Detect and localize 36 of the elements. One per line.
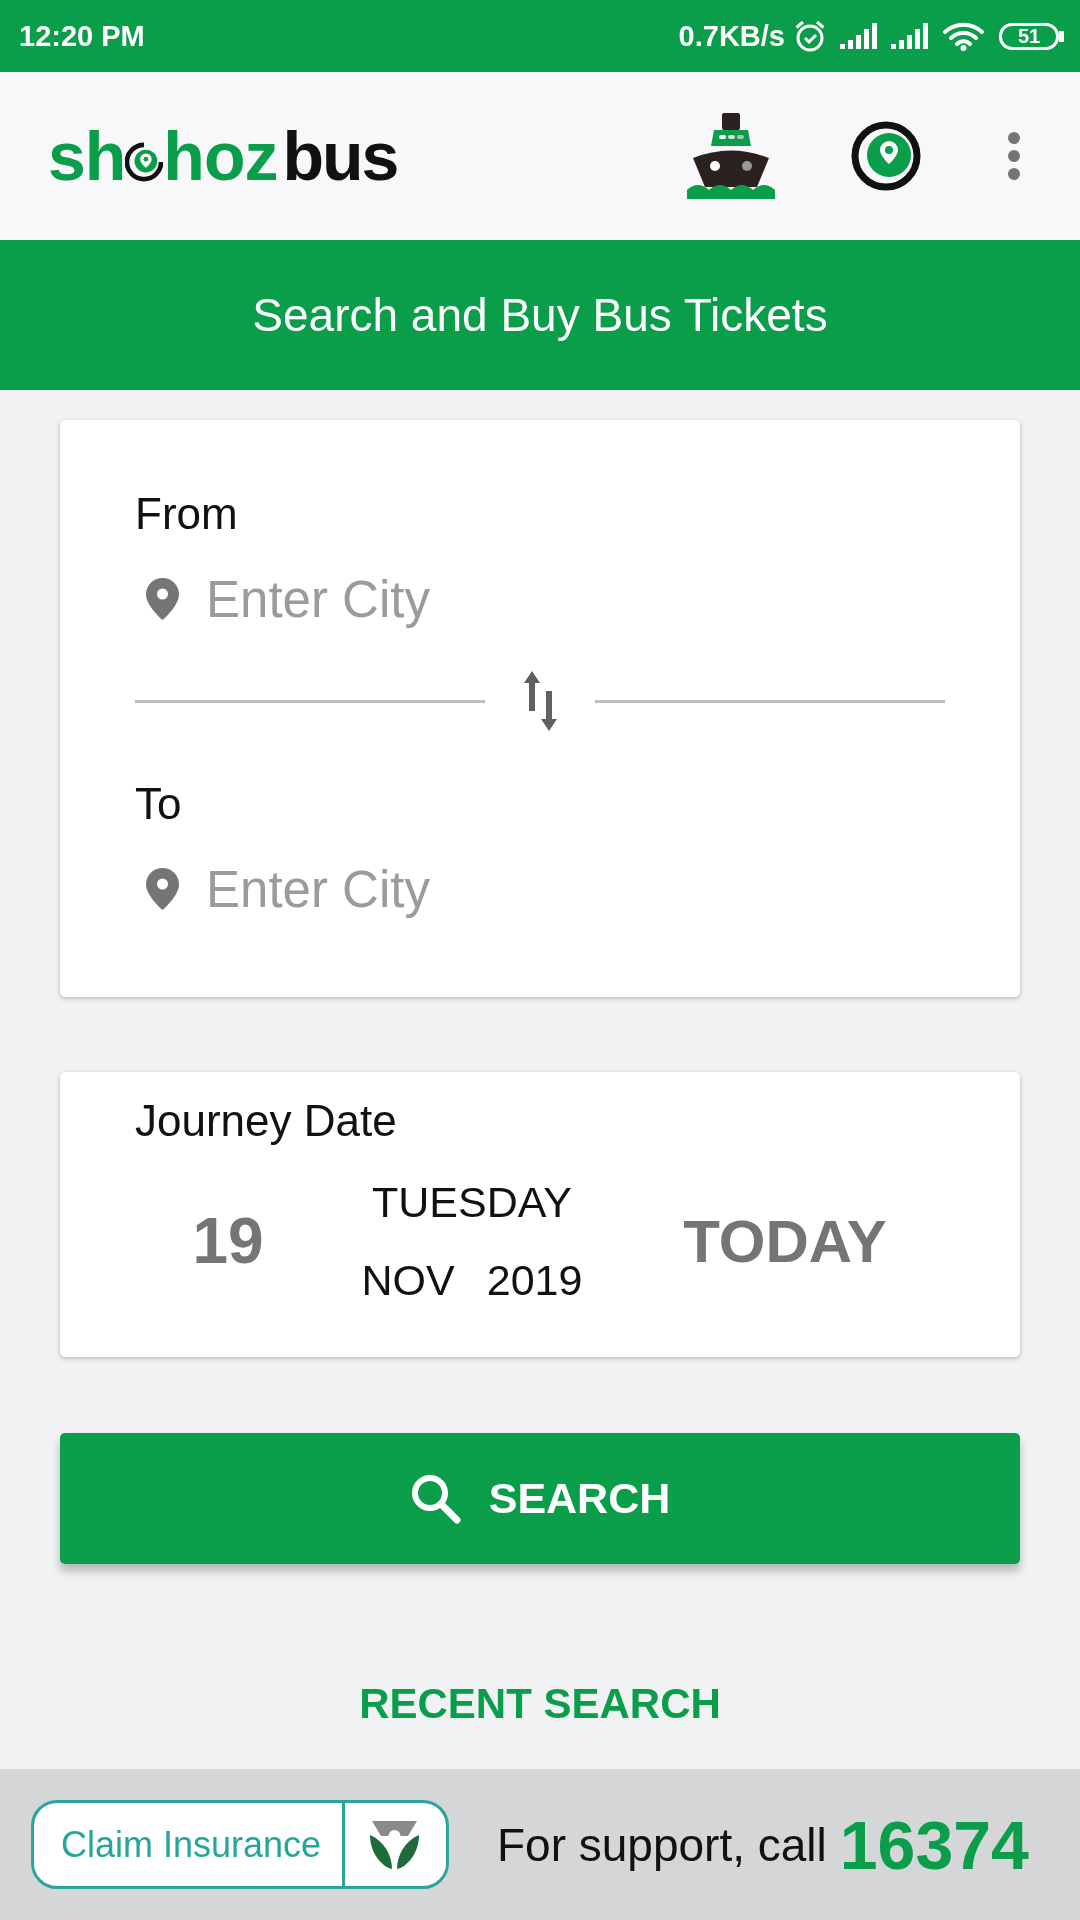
location-pin-icon [146,868,179,910]
location-pin-icon [146,578,179,620]
signal-icon [891,23,928,49]
battery-indicator: 51 [999,22,1064,50]
weekday-text: TUESDAY [372,1178,572,1226]
signal-icon [840,23,877,49]
alarm-icon [794,19,826,53]
date-label: Journey Date [134,1097,398,1145]
month-text: NOV [361,1256,455,1304]
claim-insurance-button[interactable]: Claim Insurance [31,1800,449,1889]
city-input[interactable]: Enter City [206,569,536,629]
support-number: 16374 [839,1805,1029,1884]
location-pin-icon[interactable] [851,119,923,193]
field-label: From [135,490,239,538]
field-label: To [135,780,183,828]
banner-title: Search and Buy Bus Tickets [252,288,828,342]
day-number: 19 [192,1204,264,1278]
status-time: 12:20 PM [19,19,145,53]
year-text: 2019 [486,1256,583,1304]
ship-icon[interactable] [687,113,775,199]
wifi-icon [942,21,985,51]
logo-text: bus [282,122,398,190]
logo-text: hoz [163,122,278,190]
network-speed: 0.7KB/s [678,19,785,53]
search-button[interactable]: SEARCH [60,1433,1020,1564]
swap-icon[interactable] [523,671,558,731]
leaves-person-icon [368,1818,421,1871]
logo-text: sh [48,122,126,190]
logo-pin-icon [125,141,164,183]
relative-day-text: TODAY [683,1206,887,1276]
more-menu-icon[interactable] [1008,132,1020,180]
recent-search-link[interactable]: RECENT SEARCH [359,1679,721,1729]
city-input[interactable]: Enter City [206,859,536,919]
date-card[interactable]: Journey Date 19 TUESDAY NOV 2019 TODAY [60,1072,1020,1357]
support-text: For support, call [497,1817,827,1872]
search-icon [409,1472,462,1525]
